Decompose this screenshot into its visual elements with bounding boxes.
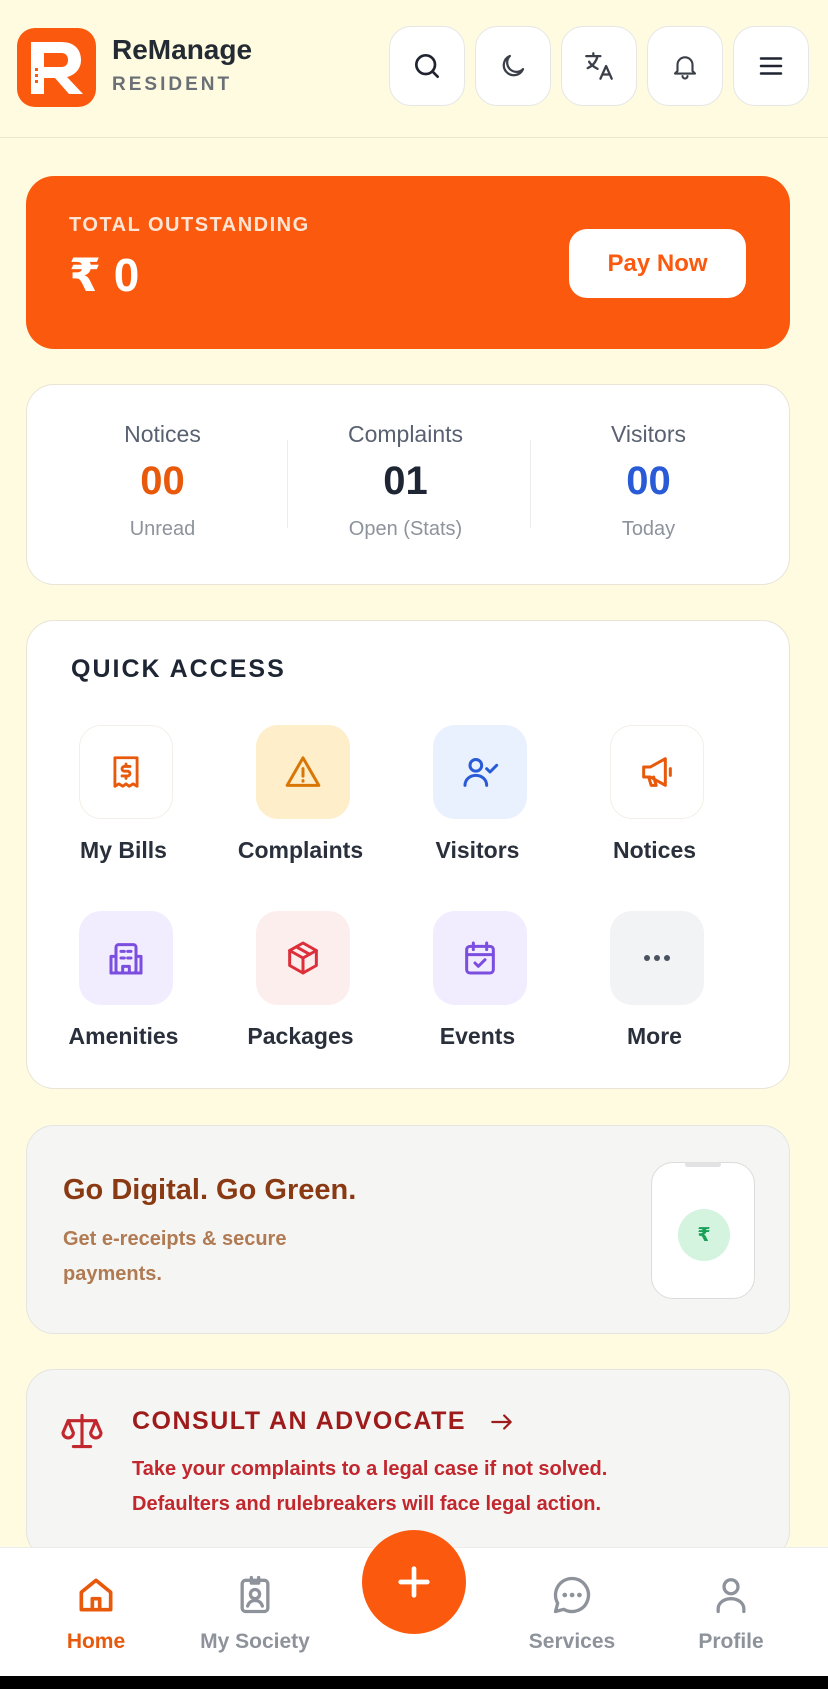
user-check-icon [433,725,527,819]
scales-icon [61,1412,103,1450]
quick-label: Packages [247,1023,354,1049]
quick-label: More [627,1023,682,1049]
outstanding-card: TOTAL OUTSTANDING ₹ 0 Pay Now [26,176,790,349]
system-nav-bar [0,1676,828,1689]
stat-complaints[interactable]: Complaints 01 Open (Stats) [284,385,527,586]
quick-access-title: QUICK ACCESS [71,655,286,683]
notifications-button[interactable] [647,26,723,106]
quick-more[interactable]: More [566,911,743,1061]
go-green-banner[interactable]: Go Digital. Go Green. Get e-receipts & s… [26,1125,790,1334]
outstanding-label: TOTAL OUTSTANDING [69,214,310,236]
quick-visitors[interactable]: Visitors [389,725,566,875]
phone-notch [685,1162,721,1167]
nav-services[interactable]: Services [502,1548,642,1677]
quick-label: Complaints [237,837,364,863]
phone-illustration: ₹ [651,1162,755,1299]
advocate-text: Take your complaints to a legal case if … [132,1452,607,1522]
bill-icon [79,725,173,819]
stat-value: 01 [383,459,428,503]
id-badge-icon [233,1573,277,1617]
quick-packages[interactable]: Packages [212,911,389,1061]
calendar-icon [433,911,527,1005]
stat-title: Complaints [347,421,464,447]
quick-events[interactable]: Events [389,911,566,1061]
advocate-title: CONSULT AN ADVOCATE [132,1407,515,1436]
nav-home[interactable]: Home [26,1548,166,1677]
quick-label: Amenities [68,1023,179,1049]
quick-my-bills[interactable]: My Bills [35,725,212,875]
nav-profile[interactable]: Profile [661,1548,801,1677]
stat-notices[interactable]: Notices 00 Unread [41,385,284,586]
nav-my-society[interactable]: My Society [185,1548,325,1677]
quick-access-card: QUICK ACCESS My Bills Complaints Visitor… [26,620,790,1089]
advocate-line-2: Defaulters and rulebreakers will face le… [132,1493,602,1515]
add-fab-button[interactable] [362,1530,466,1634]
chat-icon [550,1573,594,1617]
building-icon [79,911,173,1005]
bell-icon [673,56,697,80]
stat-subtitle: Today [621,518,676,540]
warning-icon [256,725,350,819]
megaphone-icon [610,725,704,819]
rupee-icon: ₹ [678,1209,730,1261]
search-icon [415,54,439,78]
quick-label: Visitors [435,837,520,863]
home-icon [74,1573,118,1617]
menu-button[interactable] [733,26,809,106]
nav-label: My Society [200,1630,310,1653]
banner-subtitle: Get e-receipts & secure payments. [63,1228,287,1285]
language-button[interactable] [561,26,637,106]
package-icon [256,911,350,1005]
quick-amenities[interactable]: Amenities [35,911,212,1061]
stat-subtitle: Open (Stats) [348,518,463,540]
nav-label: Profile [698,1630,764,1653]
stat-title: Visitors [611,421,686,447]
stat-subtitle: Unread [129,518,196,540]
more-icon [610,911,704,1005]
app-name: ReManage [112,34,253,65]
advocate-title-text: CONSULT AN ADVOCATE [132,1407,467,1435]
nav-label: Services [528,1630,616,1653]
plus-icon [398,1566,430,1598]
quick-notices[interactable]: Notices [566,725,743,875]
menu-icon [759,57,783,75]
moon-icon [502,54,525,77]
search-button[interactable] [389,26,465,106]
dark-mode-button[interactable] [475,26,551,106]
advocate-line-1: Take your complaints to a legal case if … [132,1458,608,1480]
translate-icon [585,52,613,80]
outstanding-amount: ₹ 0 [69,249,140,301]
app-role: RESIDENT [112,74,233,95]
nav-label: Home [66,1630,126,1653]
quick-complaints[interactable]: Complaints [212,725,389,875]
banner-title: Go Digital. Go Green. [63,1174,357,1206]
arrow-right-icon [489,1411,515,1433]
pay-now-button[interactable]: Pay Now [569,229,746,298]
quick-label: Events [439,1023,516,1049]
app-logo [17,28,96,107]
app-header: ReManage RESIDENT [0,0,828,138]
stat-visitors[interactable]: Visitors 00 Today [527,385,770,586]
stat-title: Notices [124,421,201,447]
stat-value: 00 [140,459,185,503]
quick-label: My Bills [80,837,167,863]
stats-card: Notices 00 Unread Complaints 01 Open (St… [26,384,790,585]
stat-value: 00 [626,459,671,503]
quick-label: Notices [612,837,697,863]
user-icon [709,1573,753,1617]
